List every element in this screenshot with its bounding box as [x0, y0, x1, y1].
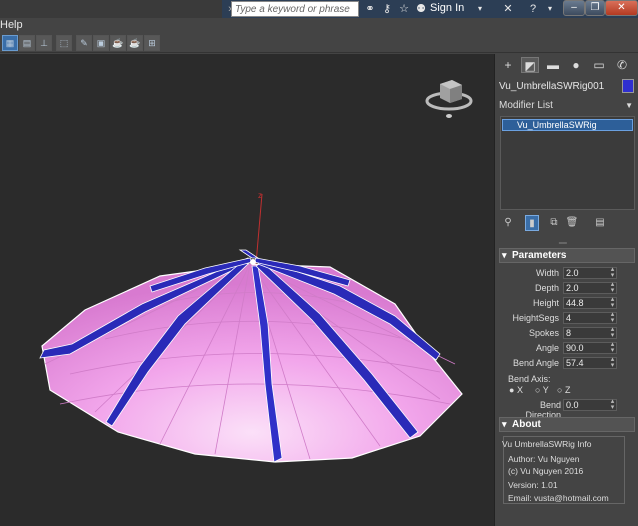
hierarchy-tab[interactable]: ▬ [544, 57, 562, 73]
about-info-box: Vu UmbrellaSWRig Info Author: Vu Nguyen … [502, 436, 625, 504]
depth-label: Depth [534, 283, 559, 293]
parameters-rollout-header[interactable]: Parameters [499, 248, 635, 263]
z-axis-line [255, 193, 263, 265]
height-label: Height [532, 298, 559, 308]
z-axis-label: z [258, 191, 262, 200]
search-input[interactable]: Type a keyword or phrase [231, 1, 359, 17]
render-frame-icon[interactable]: ☕ [110, 35, 126, 51]
depth-spinner[interactable]: ▴ ▾ [609, 281, 616, 294]
axis-x-radio[interactable]: ● X [509, 385, 523, 395]
about-copyright: (c) Vu Nguyen 2016 [508, 466, 584, 476]
about-heading: Vu UmbrellaSWRig Info [502, 439, 592, 449]
minimize-button[interactable]: – [563, 0, 585, 16]
about-author: Author: Vu Nguyen [508, 454, 580, 464]
make-unique-icon[interactable]: ⧉ [547, 215, 561, 231]
bend-direction-spinner[interactable]: ▴ ▾ [609, 398, 616, 411]
snap-icon[interactable]: ✎ [76, 35, 92, 51]
heightsegs-spinner[interactable]: ▴ ▾ [609, 311, 616, 324]
bend-axis-label: Bend Axis: [508, 374, 551, 384]
layout-2-icon[interactable]: ▤ [19, 35, 35, 51]
modifier-list-dropdown[interactable]: Modifier List ▼ [499, 98, 635, 114]
stack-toolbar: ⚲ ▮ ⧉ 🗑 ▤ [501, 215, 631, 233]
viewcube[interactable] [425, 80, 473, 118]
panel-tabs: + ◩ ▬ ● ▭ ✆ [495, 54, 638, 76]
about-version: Version: 1.01 [508, 480, 558, 490]
bend-angle-spinner[interactable]: ▴ ▾ [609, 356, 616, 369]
display-tab[interactable]: ▭ [590, 57, 608, 73]
menu-help[interactable]: Help [0, 19, 23, 31]
align-icon[interactable]: ⊥ [36, 35, 52, 51]
help-icon[interactable]: ? [525, 1, 541, 17]
spokes-label: Spokes [528, 328, 559, 338]
pin-stack-icon[interactable]: ⚲ [501, 215, 515, 231]
width-spinner[interactable]: ▴ ▾ [609, 266, 616, 279]
motion-tab[interactable]: ● [567, 57, 585, 73]
show-end-result-icon[interactable]: ▮ [525, 215, 539, 231]
close-button[interactable]: ✕ [605, 0, 638, 16]
axis-z-radio[interactable]: ○ Z [557, 385, 570, 395]
umbrella-tip [250, 259, 256, 265]
title-bar: › Type a keyword or phrase ⚭ ⚷ ☆ ⚉ Sign … [0, 0, 638, 18]
resize-handle-icon[interactable]: ‗‗ [559, 237, 567, 244]
stack-item[interactable]: Vu_UmbrellaSWRig [502, 119, 633, 131]
title-bar-left [0, 0, 222, 18]
object-color-swatch[interactable] [622, 79, 634, 93]
axis-y-radio[interactable]: ○ Y [535, 385, 549, 395]
width-label: Width [535, 268, 559, 278]
restore-button[interactable]: ❐ [585, 0, 605, 16]
layout-grid-icon[interactable]: ⊞ [144, 35, 160, 51]
render-setup-icon[interactable]: ▣ [93, 35, 109, 51]
dropdown-arrow-icon: ▼ [625, 101, 633, 110]
perspective-viewport[interactable]: z [0, 54, 494, 526]
spokes-spinner[interactable]: ▴ ▾ [609, 326, 616, 339]
key-icon[interactable]: ⚷ [379, 1, 395, 17]
exchange-icon[interactable]: ✕ [500, 1, 516, 17]
command-panel: + ◩ ▬ ● ▭ ✆ Vu_UmbrellaSWRig001 Modifier… [494, 54, 638, 526]
select-icon[interactable]: ⬚ [56, 35, 72, 51]
binoculars-icon[interactable]: ⚭ [362, 1, 378, 17]
bend-angle-label: Bend Angle [512, 358, 559, 368]
object-name-field[interactable]: Vu_UmbrellaSWRig001 [499, 79, 619, 94]
signin-dropdown-icon[interactable]: ▾ [472, 1, 488, 17]
utilities-tab[interactable]: ✆ [613, 57, 631, 73]
sign-in-button[interactable]: Sign In [430, 2, 464, 14]
heightsegs-label: HeightSegs [512, 313, 559, 323]
help-dropdown-icon[interactable]: ▾ [542, 1, 558, 17]
angle-label: Angle [535, 343, 559, 353]
user-icon[interactable]: ⚉ [413, 1, 429, 17]
angle-spinner[interactable]: ▴ ▾ [609, 341, 616, 354]
height-spinner[interactable]: ▴ ▾ [609, 296, 616, 309]
about-rollout-header[interactable]: About [499, 417, 635, 432]
menu-bar: Help [0, 18, 638, 33]
main-toolbar: ▦ ▤ ⊥ ⬚ ✎ ▣ ☕ ☕ ⊞ [0, 33, 638, 53]
render-icon[interactable]: ☕ [127, 35, 143, 51]
create-tab[interactable]: + [499, 57, 517, 73]
about-email: Email: vusta@hotmail.com [508, 493, 609, 503]
remove-modifier-icon[interactable]: 🗑 [565, 215, 579, 231]
modifier-stack[interactable]: Vu_UmbrellaSWRig [500, 116, 635, 210]
viewport-canvas[interactable]: z [0, 54, 494, 526]
modify-tab[interactable]: ◩ [521, 57, 539, 73]
modifier-list-label: Modifier List [499, 100, 553, 111]
umbrella-canopy[interactable] [41, 263, 463, 463]
layout-icon[interactable]: ▦ [2, 35, 18, 51]
star-icon[interactable]: ☆ [396, 1, 412, 17]
configure-sets-icon[interactable]: ▤ [593, 215, 607, 231]
